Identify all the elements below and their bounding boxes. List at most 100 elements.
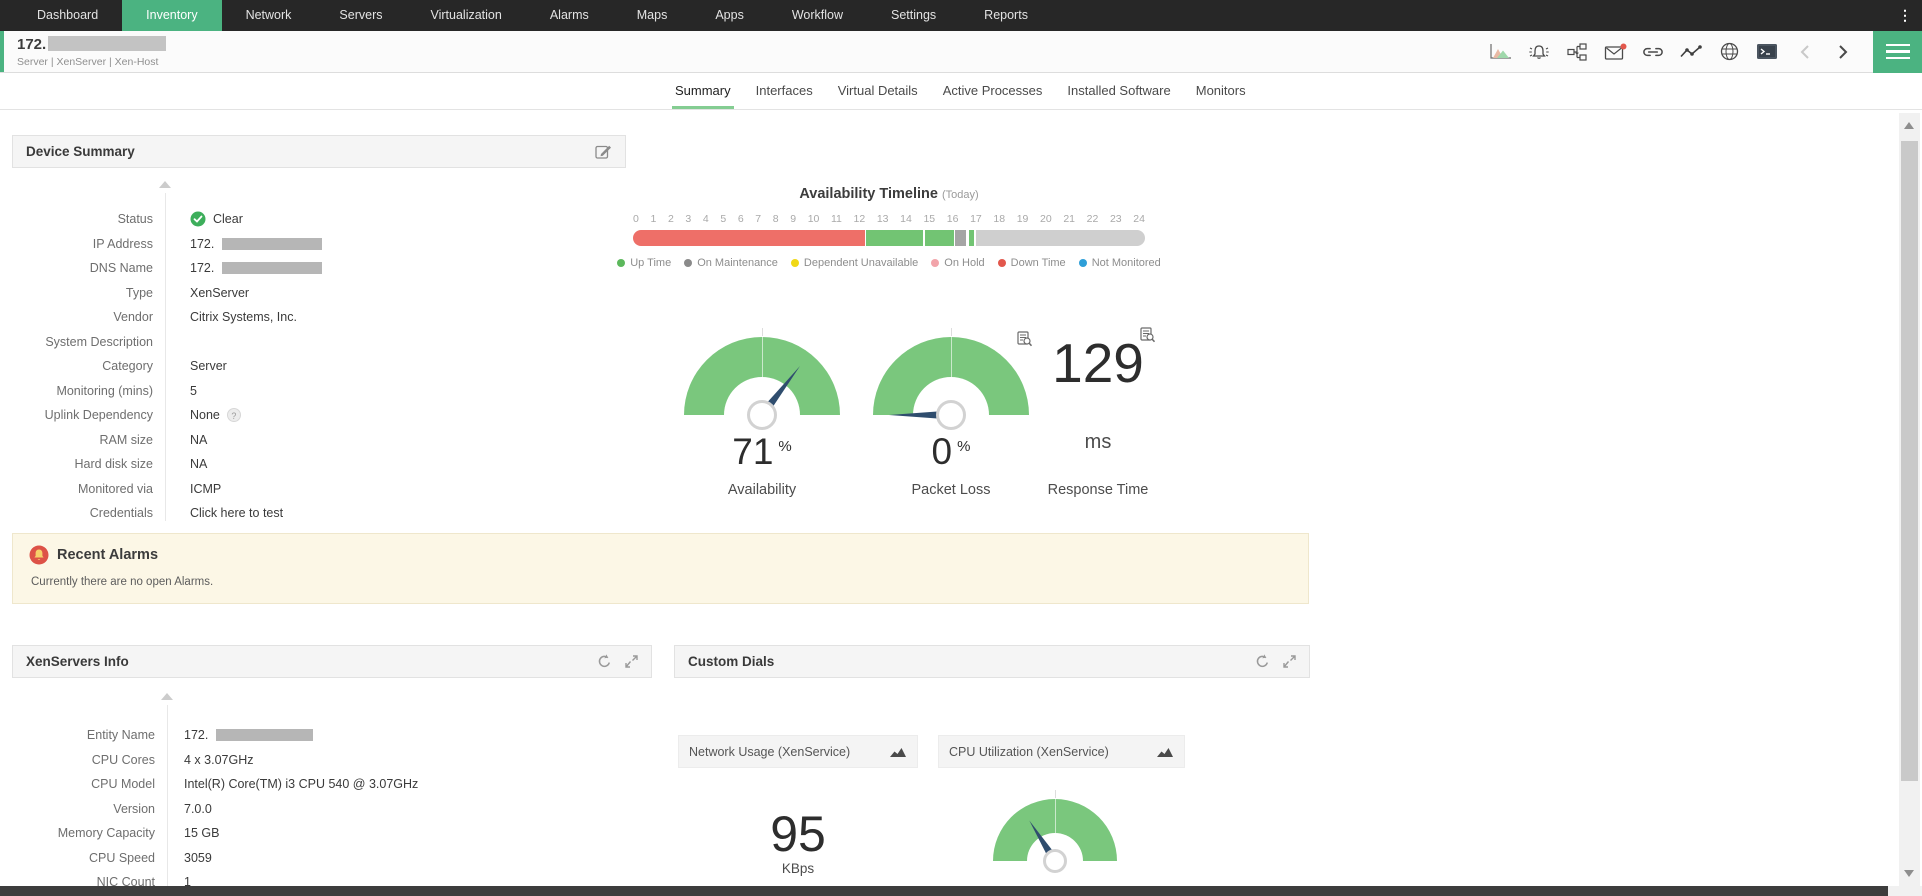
tab-monitors[interactable]: Monitors bbox=[1193, 73, 1249, 109]
field-row-cpu-model: CPU Model Intel(R) Core(TM) i3 CPU 540 @ … bbox=[12, 772, 652, 797]
menu-icon[interactable] bbox=[1873, 30, 1922, 73]
nav-item-inventory[interactable]: Inventory bbox=[122, 0, 222, 31]
field-value: 1 bbox=[184, 875, 191, 886]
hour-label: 5 bbox=[720, 213, 727, 225]
help-icon[interactable]: ? bbox=[226, 408, 241, 423]
hour-label: 1 bbox=[650, 213, 657, 225]
response-time-metric: 129 ms Response Time bbox=[1027, 329, 1169, 514]
field-label: Uplink Dependency bbox=[44, 408, 153, 423]
legend-dot bbox=[684, 259, 693, 267]
timeline-segment-up bbox=[865, 230, 923, 246]
field-value: 172. bbox=[190, 261, 323, 275]
hour-label: 12 bbox=[853, 213, 866, 225]
divider-arrow-icon bbox=[159, 181, 171, 188]
field-label: RAM size bbox=[99, 432, 153, 447]
response-time-unit: ms bbox=[1084, 431, 1112, 453]
field-value: NA bbox=[190, 457, 208, 472]
field-label: DNS Name bbox=[89, 261, 153, 276]
card-title: Network Usage (XenService) bbox=[689, 744, 851, 759]
field-row-nic-count: NIC Count 1 bbox=[12, 870, 652, 886]
area-chart-icon[interactable] bbox=[1156, 745, 1174, 758]
alarm-bell-icon[interactable] bbox=[1527, 43, 1551, 61]
device-header: 172. Server | XenServer | Xen-Host bbox=[0, 30, 1922, 73]
expand-icon[interactable] bbox=[1283, 655, 1296, 668]
availability-timeline: Availability Timeline (Today) 0123456789… bbox=[617, 186, 1161, 269]
nav-item-apps[interactable]: Apps bbox=[691, 0, 768, 31]
hour-label: 24 bbox=[1133, 213, 1145, 225]
report-icon[interactable] bbox=[1016, 331, 1033, 352]
value-unit: % bbox=[778, 438, 792, 455]
globe-icon[interactable] bbox=[1717, 42, 1741, 61]
tab-interfaces[interactable]: Interfaces bbox=[753, 73, 816, 109]
field-label: Type bbox=[125, 285, 153, 300]
legend-dot bbox=[617, 259, 626, 267]
nav-item-settings[interactable]: Settings bbox=[867, 0, 960, 31]
tab-installed-software[interactable]: Installed Software bbox=[1064, 73, 1173, 109]
refresh-icon[interactable] bbox=[1255, 654, 1270, 669]
legend-dot bbox=[997, 259, 1006, 267]
edit-icon[interactable] bbox=[595, 143, 612, 160]
field-row-hard-disk-size: Hard disk size NA bbox=[12, 452, 626, 477]
hour-label: 0 bbox=[633, 213, 639, 225]
timeline-bar[interactable] bbox=[633, 230, 1145, 246]
topology-icon[interactable] bbox=[1565, 42, 1589, 61]
line-chart-icon[interactable] bbox=[1679, 44, 1703, 59]
xenservers-info-body: Entity Name 172. CPU Cores 4 x 3.07GHz CPU M… bbox=[12, 678, 652, 886]
scroll-down-arrow-icon[interactable] bbox=[1904, 870, 1914, 877]
horizontal-scrollbar-thumb[interactable] bbox=[0, 886, 1888, 896]
nav-overflow-icon[interactable]: ⋮ bbox=[1898, 0, 1912, 31]
nav-item-alarms[interactable]: Alarms bbox=[526, 0, 613, 31]
report-icon[interactable] bbox=[1139, 327, 1156, 348]
gauge-label: Availability bbox=[727, 482, 797, 498]
legend-label: Dependent Unavailable bbox=[803, 257, 919, 269]
field-value: 172. bbox=[190, 237, 323, 251]
hour-label: 13 bbox=[876, 213, 889, 225]
legend-label: On Maintenance bbox=[697, 257, 778, 269]
nav-item-reports[interactable]: Reports bbox=[960, 0, 1052, 31]
legend-label: On Hold bbox=[944, 257, 985, 269]
field-row-credentials: Credentials Click here to test bbox=[12, 501, 626, 521]
nav-item-maps[interactable]: Maps bbox=[613, 0, 692, 31]
panel-title: XenServers Info bbox=[26, 654, 129, 669]
field-label: Vendor bbox=[113, 310, 153, 325]
xenservers-info-rows: Entity Name 172. CPU Cores 4 x 3.07GHz CPU M… bbox=[12, 723, 652, 886]
link-icon[interactable] bbox=[1641, 45, 1665, 59]
scroll-up-arrow-icon[interactable] bbox=[1904, 122, 1914, 129]
area-chart-icon[interactable] bbox=[1489, 43, 1513, 60]
field-value[interactable]: None? bbox=[190, 408, 241, 423]
panel-title: Device Summary bbox=[26, 144, 135, 159]
vertical-scrollbar[interactable] bbox=[1899, 113, 1920, 886]
legend-label: Up Time bbox=[630, 257, 672, 269]
tab-active-processes[interactable]: Active Processes bbox=[940, 73, 1046, 109]
redacted-value bbox=[216, 729, 314, 742]
hour-label: 23 bbox=[1109, 213, 1122, 225]
nav-item-network[interactable]: Network bbox=[222, 0, 316, 31]
terminal-icon[interactable] bbox=[1755, 43, 1779, 60]
vertical-scrollbar-thumb[interactable] bbox=[1901, 141, 1918, 781]
chevron-left-icon[interactable] bbox=[1793, 44, 1817, 60]
legend-item-down-time: Down Time bbox=[997, 257, 1066, 269]
timeline-segment-maintenance bbox=[955, 230, 967, 246]
nav-item-virtualization[interactable]: Virtualization bbox=[407, 0, 526, 31]
nav-item-workflow[interactable]: Workflow bbox=[768, 0, 867, 31]
tabs: Summary Interfaces Virtual Details Active P… bbox=[672, 73, 1249, 109]
legend-dot bbox=[790, 259, 799, 267]
mail-icon[interactable] bbox=[1603, 43, 1627, 61]
timeline-period: (Today) bbox=[941, 189, 979, 201]
nav-item-dashboard[interactable]: Dashboard bbox=[13, 0, 122, 31]
field-row-monitoring-mins: Monitoring (mins) 5 bbox=[12, 379, 626, 404]
tab-summary[interactable]: Summary bbox=[672, 73, 734, 109]
chevron-right-icon[interactable] bbox=[1831, 44, 1855, 60]
hour-label: 3 bbox=[685, 213, 692, 225]
hour-label: 8 bbox=[772, 213, 779, 225]
credentials-link[interactable]: Click here to test bbox=[190, 506, 283, 520]
area-chart-icon[interactable] bbox=[889, 745, 907, 758]
tab-virtual-details[interactable]: Virtual Details bbox=[835, 73, 921, 109]
expand-icon[interactable] bbox=[625, 655, 638, 668]
field-row-category: Category Server bbox=[12, 354, 626, 379]
horizontal-scrollbar[interactable] bbox=[0, 886, 1922, 896]
packet-loss-value: 0% bbox=[873, 431, 1029, 473]
nav-item-servers[interactable]: Servers bbox=[315, 0, 406, 31]
gauge-label: Response Time bbox=[1047, 482, 1149, 498]
refresh-icon[interactable] bbox=[597, 654, 612, 669]
